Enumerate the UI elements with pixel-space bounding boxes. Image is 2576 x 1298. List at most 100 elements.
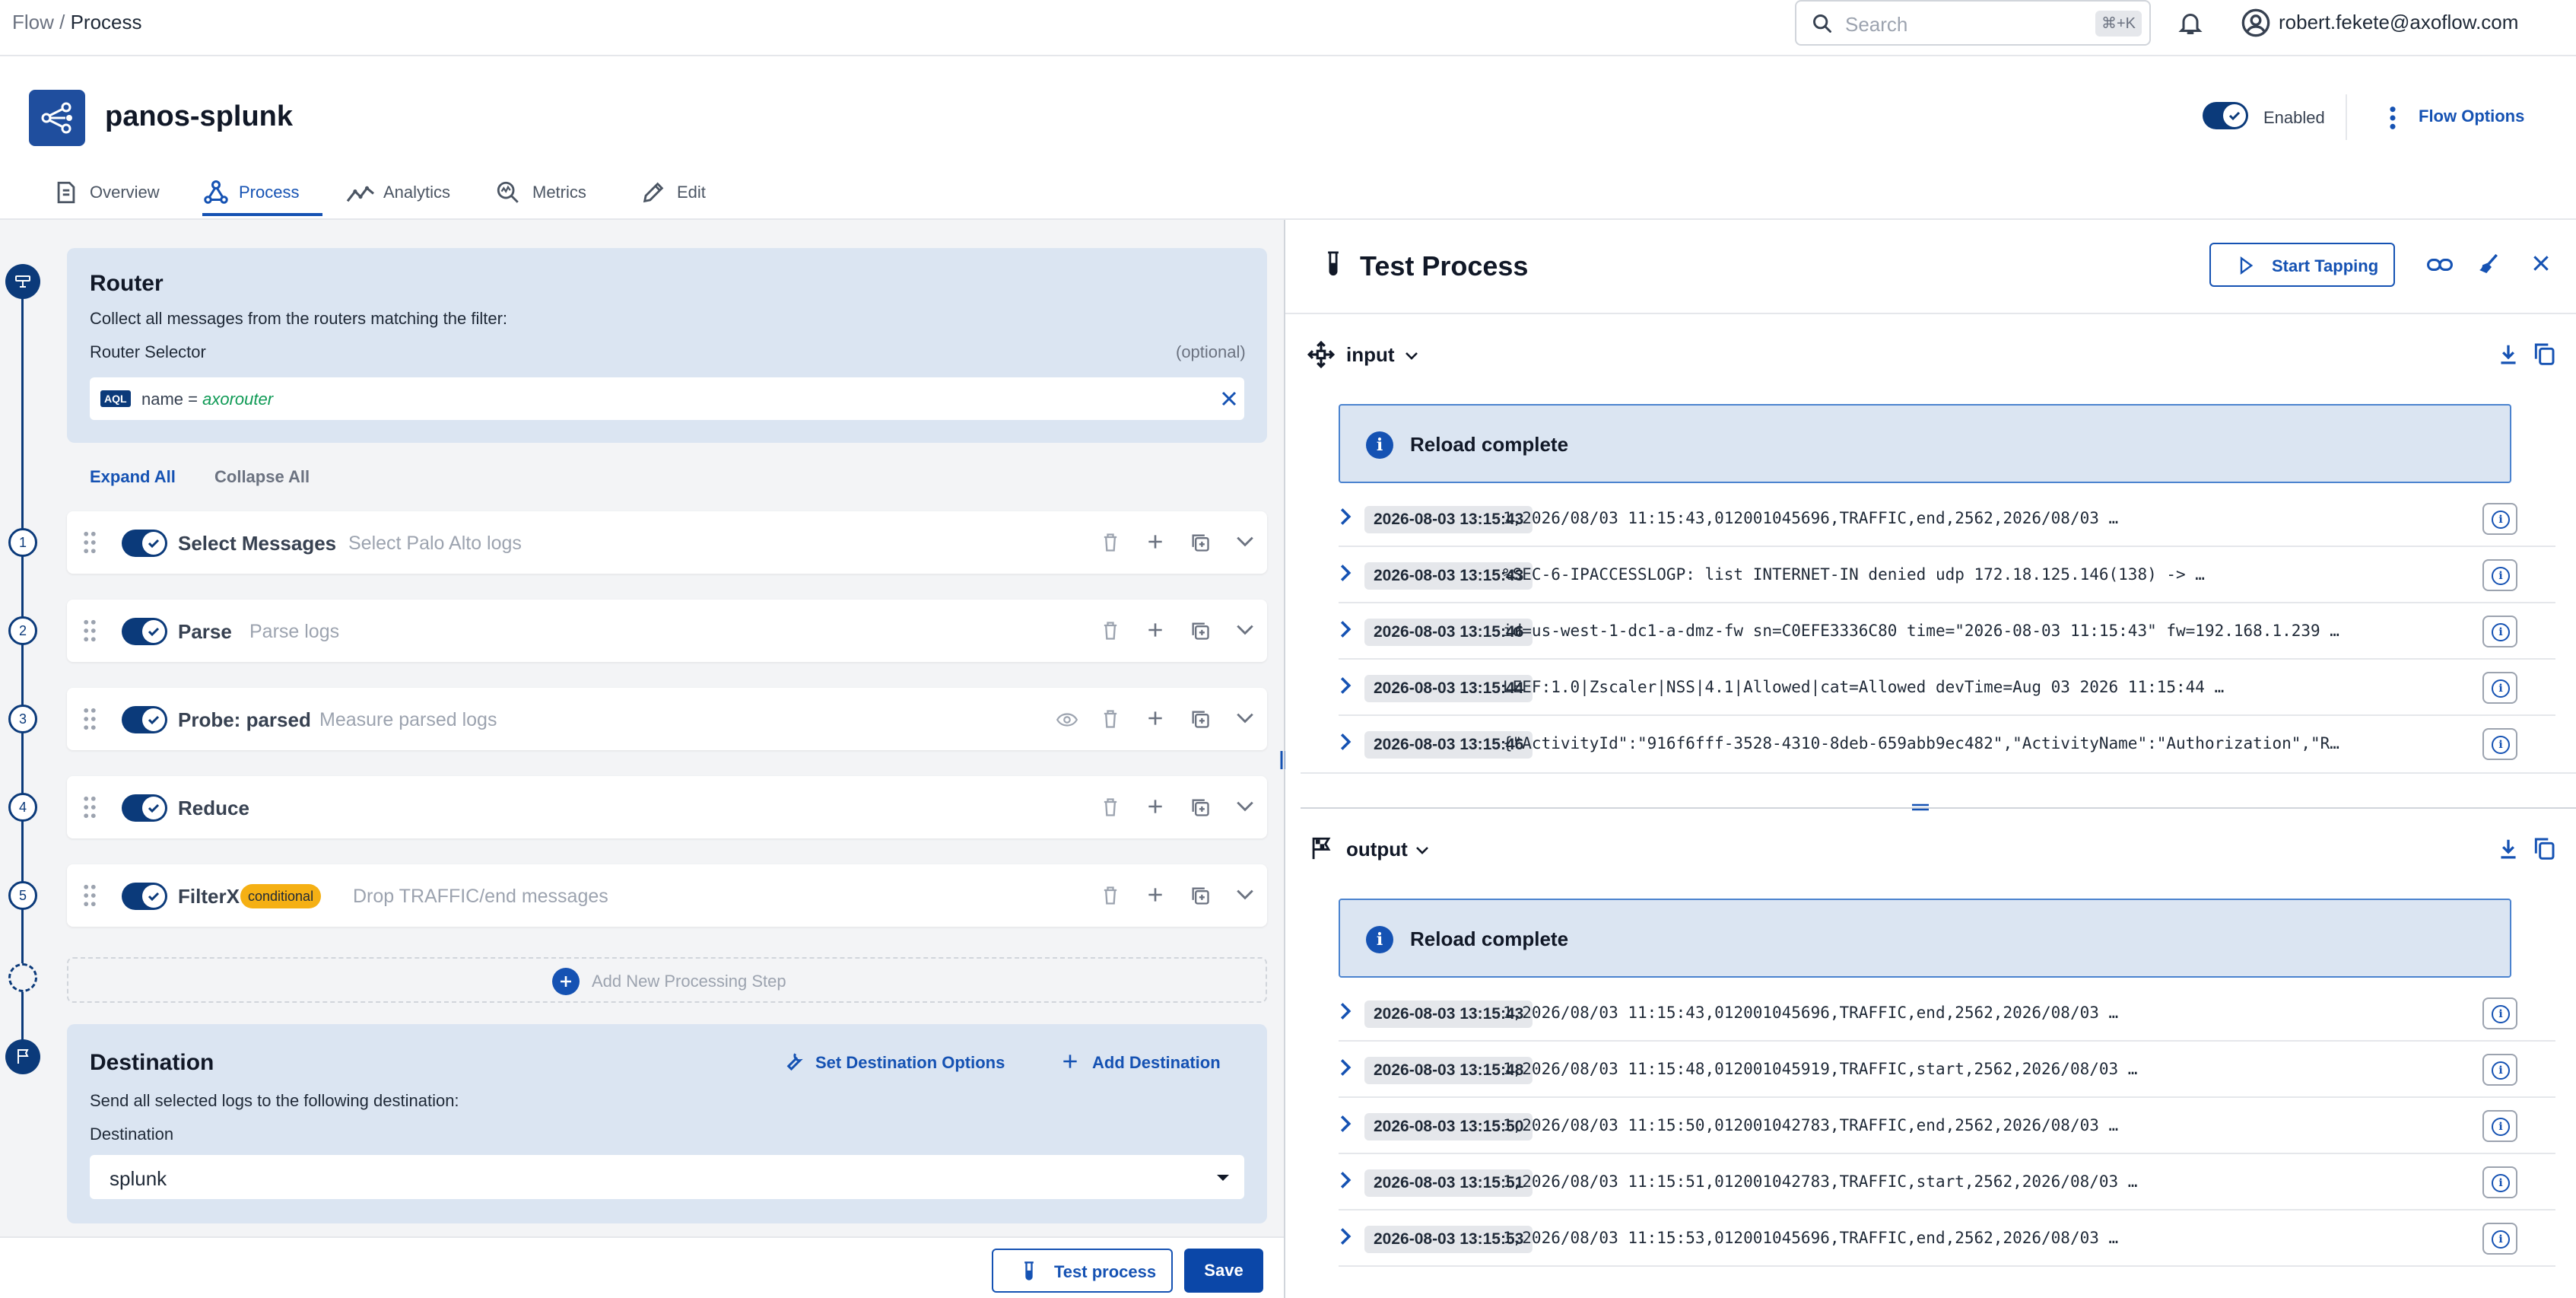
chevron-down-icon[interactable] bbox=[1235, 711, 1255, 725]
user-email[interactable]: robert.fekete@axoflow.com bbox=[2279, 11, 2518, 34]
chevron-right-icon[interactable] bbox=[1339, 733, 1352, 751]
chevron-right-icon[interactable] bbox=[1339, 564, 1352, 582]
chevron-right-icon[interactable] bbox=[1339, 1227, 1352, 1246]
step-card-reduce[interactable]: Reduce bbox=[67, 776, 1267, 838]
log-info-button[interactable]: i bbox=[2482, 997, 2517, 1029]
flow-enabled-toggle[interactable] bbox=[2203, 102, 2248, 129]
drag-handle-icon[interactable] bbox=[84, 796, 96, 819]
chevron-right-icon[interactable] bbox=[1339, 1002, 1352, 1020]
chevron-down-icon[interactable] bbox=[1235, 623, 1255, 637]
eye-icon[interactable] bbox=[1056, 711, 1078, 728]
tab-analytics[interactable]: Analytics bbox=[345, 178, 459, 218]
start-tapping-button[interactable]: Start Tapping bbox=[2209, 243, 2395, 287]
duplicate-icon[interactable] bbox=[1190, 532, 1211, 553]
output-log-row[interactable]: 2026-08-03 13:15:51 1,2026/08/03 11:15:5… bbox=[1339, 1156, 2555, 1211]
link-icon[interactable] bbox=[2426, 253, 2454, 276]
delete-icon[interactable] bbox=[1101, 797, 1120, 818]
chevron-right-icon[interactable] bbox=[1339, 1115, 1352, 1133]
clear-selector-icon[interactable] bbox=[1220, 390, 1238, 408]
chevron-right-icon[interactable] bbox=[1339, 1058, 1352, 1077]
add-icon[interactable] bbox=[1145, 620, 1165, 640]
chevron-down-icon[interactable] bbox=[1235, 888, 1255, 902]
log-info-button[interactable]: i bbox=[2482, 1110, 2517, 1142]
chevron-right-icon[interactable] bbox=[1339, 1171, 1352, 1189]
log-info-button[interactable]: i bbox=[2482, 503, 2517, 535]
output-log-row[interactable]: 2026-08-03 13:15:43 1,2026/08/03 11:15:4… bbox=[1339, 987, 2555, 1042]
collapse-all-button[interactable]: Collapse All bbox=[214, 467, 310, 487]
close-icon[interactable] bbox=[2531, 253, 2551, 273]
save-button[interactable]: Save bbox=[1184, 1249, 1263, 1293]
input-log-row[interactable]: 2026-08-03 13:15:43 1,2026/08/03 11:15:4… bbox=[1339, 492, 2555, 547]
input-label[interactable]: input bbox=[1346, 343, 1395, 367]
more-vertical-icon[interactable] bbox=[2385, 105, 2400, 131]
breadcrumb-flow[interactable]: Flow bbox=[12, 11, 54, 33]
drag-handle-icon[interactable] bbox=[84, 708, 96, 730]
step-enabled-toggle[interactable] bbox=[122, 883, 167, 910]
plus-icon[interactable] bbox=[1060, 1051, 1080, 1071]
chevron-down-icon[interactable] bbox=[1415, 845, 1430, 856]
set-destination-options-button[interactable]: Set Destination Options bbox=[815, 1053, 1005, 1073]
chevron-right-icon[interactable] bbox=[1339, 676, 1352, 695]
duplicate-icon[interactable] bbox=[1190, 885, 1211, 906]
input-log-row[interactable]: 2026-08-03 13:15:46 id=us-west-1-dc1-a-d… bbox=[1339, 605, 2555, 660]
input-log-row[interactable]: 2026-08-03 13:15:46 {"ActivityId":"916f6… bbox=[1339, 717, 2555, 772]
log-info-button[interactable]: i bbox=[2482, 1054, 2517, 1086]
tab-overview[interactable]: Overview bbox=[53, 178, 167, 218]
test-process-button[interactable]: Test process bbox=[992, 1249, 1173, 1293]
step-card-select-messages[interactable]: Select Messages Select Palo Alto logs bbox=[67, 511, 1267, 574]
input-log-row[interactable]: 2026-08-03 13:15:44 LEEF:1.0|Zscaler|NSS… bbox=[1339, 661, 2555, 716]
add-icon[interactable] bbox=[1145, 885, 1165, 905]
log-info-button[interactable]: i bbox=[2482, 672, 2517, 704]
download-icon[interactable] bbox=[2498, 343, 2519, 366]
chevron-down-icon[interactable] bbox=[1235, 800, 1255, 813]
delete-icon[interactable] bbox=[1101, 885, 1120, 906]
duplicate-icon[interactable] bbox=[1190, 797, 1211, 818]
add-processing-step-button[interactable]: Add New Processing Step bbox=[67, 957, 1267, 1003]
add-destination-button[interactable]: Add Destination bbox=[1092, 1053, 1221, 1073]
step-card-probe[interactable]: Probe: parsed Measure parsed logs bbox=[67, 688, 1267, 750]
output-log-row[interactable]: 2026-08-03 13:15:48 1,2026/08/03 11:15:4… bbox=[1339, 1043, 2555, 1098]
drag-handle-icon[interactable] bbox=[84, 884, 96, 907]
download-icon[interactable] bbox=[2498, 838, 2519, 861]
step-enabled-toggle[interactable] bbox=[122, 706, 167, 733]
chevron-right-icon[interactable] bbox=[1339, 507, 1352, 526]
chevron-down-icon[interactable] bbox=[1235, 535, 1255, 549]
log-info-button[interactable]: i bbox=[2482, 616, 2517, 647]
tab-process[interactable]: Process bbox=[202, 178, 322, 218]
step-enabled-toggle[interactable] bbox=[122, 618, 167, 645]
destination-select[interactable]: splunk bbox=[90, 1155, 1244, 1199]
expand-all-button[interactable]: Expand All bbox=[90, 467, 176, 487]
drag-handle-icon[interactable] bbox=[84, 531, 96, 554]
delete-icon[interactable] bbox=[1101, 620, 1120, 641]
delete-icon[interactable] bbox=[1101, 532, 1120, 553]
chevron-right-icon[interactable] bbox=[1339, 620, 1352, 638]
search-input[interactable]: Search ⌘+K bbox=[1795, 0, 2151, 46]
step-enabled-toggle[interactable] bbox=[122, 794, 167, 822]
resize-handle-icon[interactable] bbox=[1909, 800, 1932, 815]
output-log-row[interactable]: 2026-08-03 13:15:53 1,2026/08/03 11:15:5… bbox=[1339, 1212, 2555, 1267]
tab-edit[interactable]: Edit bbox=[640, 178, 716, 218]
input-log-row[interactable]: 2026-08-03 13:15:43 %SEC-6-IPACCESSLOGP:… bbox=[1339, 549, 2555, 603]
add-icon[interactable] bbox=[1145, 708, 1165, 728]
log-info-button[interactable]: i bbox=[2482, 559, 2517, 591]
bell-icon[interactable] bbox=[2177, 9, 2204, 37]
tab-metrics[interactable]: Metrics bbox=[494, 178, 593, 218]
log-info-button[interactable]: i bbox=[2482, 1166, 2517, 1198]
copy-icon[interactable] bbox=[2533, 836, 2555, 861]
step-card-parse[interactable]: Parse Parse logs bbox=[67, 600, 1267, 662]
delete-icon[interactable] bbox=[1101, 708, 1120, 730]
wrench-icon[interactable] bbox=[782, 1050, 805, 1073]
drag-handle-icon[interactable] bbox=[84, 619, 96, 642]
io-splitter[interactable] bbox=[1301, 807, 2576, 809]
duplicate-icon[interactable] bbox=[1190, 708, 1211, 730]
chevron-down-icon[interactable] bbox=[1404, 351, 1419, 361]
duplicate-icon[interactable] bbox=[1190, 620, 1211, 641]
copy-icon[interactable] bbox=[2533, 342, 2555, 366]
step-card-filterx[interactable]: FilterX conditional Drop TRAFFIC/end mes… bbox=[67, 864, 1267, 927]
flow-options-button[interactable]: Flow Options bbox=[2419, 107, 2524, 126]
step-enabled-toggle[interactable] bbox=[122, 530, 167, 557]
add-icon[interactable] bbox=[1145, 532, 1165, 552]
log-info-button[interactable]: i bbox=[2482, 1223, 2517, 1255]
output-log-row[interactable]: 2026-08-03 13:15:50 1,2026/08/03 11:15:5… bbox=[1339, 1099, 2555, 1154]
add-icon[interactable] bbox=[1145, 797, 1165, 816]
